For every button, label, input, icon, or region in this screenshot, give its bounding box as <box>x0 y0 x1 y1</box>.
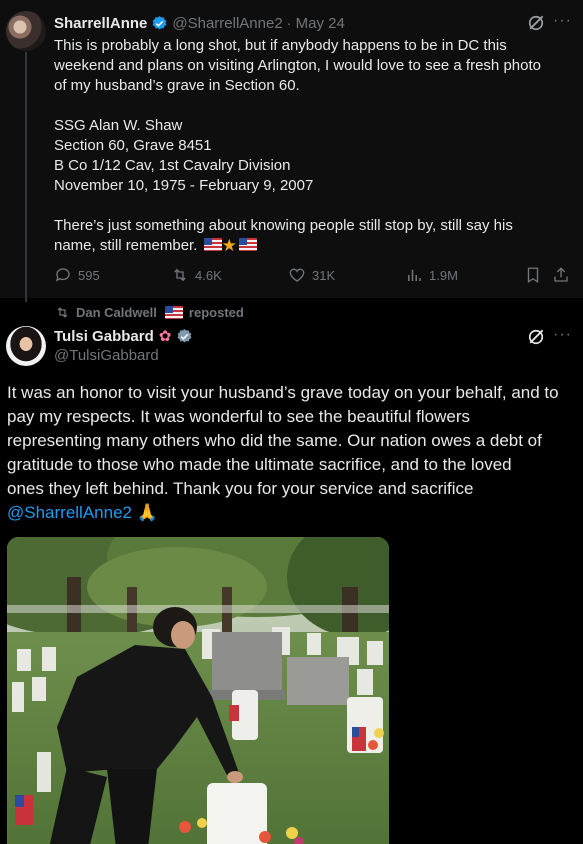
text-line: It was an honor to visit your husband’s … <box>7 383 559 402</box>
avatar[interactable] <box>6 326 46 366</box>
verified-badge-icon <box>153 15 167 30</box>
verified-badge-icon <box>177 328 192 343</box>
grok-icon[interactable] <box>526 327 546 347</box>
text-line: ones they left behind. Thank you for you… <box>7 479 474 498</box>
share-icon <box>554 267 568 282</box>
tweet-text: It was an honor to visit your husband’s … <box>7 381 579 525</box>
flower-emoji-icon: ✿ <box>158 328 172 345</box>
reply-button[interactable]: 595 <box>54 266 100 284</box>
thread-connector <box>25 52 27 302</box>
photo-cemetery-scene <box>7 537 389 844</box>
avatar[interactable] <box>6 11 46 51</box>
praying-hands-icon: 🙏 <box>136 503 158 522</box>
repost-banner[interactable]: Dan Caldwell reposted <box>55 305 244 320</box>
like-count: 31K <box>312 267 336 283</box>
timestamp[interactable]: May 24 <box>296 15 345 32</box>
share-button[interactable] <box>552 266 570 284</box>
text-line-with-emoji: name, still remember. ★ <box>54 236 574 256</box>
repost-icon <box>174 268 186 282</box>
text-line: SSG Alan W. Shaw <box>54 117 183 134</box>
views-icon <box>408 269 421 281</box>
tweet-photo[interactable] <box>7 537 389 844</box>
text-line: This is probably a long shot, but if any… <box>54 37 507 54</box>
display-name[interactable]: Tulsi Gabbard <box>54 328 154 345</box>
text-line: Section 60, Grave 8451 <box>54 137 212 154</box>
views-button[interactable]: 1.9M <box>405 266 458 284</box>
repost-button[interactable]: 4.6K <box>171 266 222 284</box>
handle[interactable]: @TulsiGabbard <box>54 347 159 364</box>
text-line: gratitude to those who made the ultimate… <box>7 455 512 474</box>
tweet-header: Tulsi Gabbard ✿ <box>54 326 193 346</box>
us-flag-icon <box>238 238 257 251</box>
grok-icon[interactable] <box>526 13 546 33</box>
display-name[interactable]: SharrellAnne <box>54 15 147 32</box>
text-line: November 10, 1975 - February 9, 2007 <box>54 177 314 194</box>
text-line: of my husband’s grave in Section 60. <box>54 77 300 94</box>
mention-link[interactable]: @SharrellAnne2 <box>7 503 132 522</box>
reposter-name: Dan Caldwell <box>76 305 157 320</box>
us-flag-icon <box>164 306 183 319</box>
tweet-header: SharrellAnne @SharrellAnne2 · May 24 <box>54 13 345 33</box>
text-line <box>54 196 574 216</box>
repost-icon <box>57 307 68 318</box>
like-button[interactable]: 31K <box>288 266 335 284</box>
more-icon[interactable]: ··· <box>553 12 572 30</box>
bookmark-icon <box>527 267 539 284</box>
reply-count: 595 <box>78 267 100 283</box>
tweet-text: This is probably a long shot, but if any… <box>54 36 574 256</box>
separator: · <box>286 14 292 32</box>
repost-suffix: reposted <box>188 305 244 320</box>
text-line: weekend and plans on visiting Arlington,… <box>54 57 541 74</box>
handle[interactable]: @SharrellAnne2 <box>172 15 282 32</box>
repost-count: 4.6K <box>195 267 222 283</box>
reply-icon <box>55 268 70 282</box>
star-icon: ★ <box>221 236 237 255</box>
more-icon[interactable]: ··· <box>553 326 572 344</box>
like-icon <box>289 268 305 282</box>
text-line: name, still remember. <box>54 237 198 254</box>
text-line-mention: @SharrellAnne2 🙏 <box>7 501 579 525</box>
text-line <box>54 96 574 116</box>
bookmark-button[interactable] <box>524 266 542 284</box>
text-line: representing many others who did the sam… <box>7 431 542 450</box>
text-line: There’s just something about knowing peo… <box>54 217 513 234</box>
action-bar: 595 4.6K 31K 1.9M <box>54 266 574 288</box>
text-line: B Co 1/12 Cav, 1st Cavalry Division <box>54 157 291 174</box>
text-line: pay my respects. It was wonderful to see… <box>7 407 471 426</box>
parent-tweet[interactable]: SharrellAnne @SharrellAnne2 · May 24 ···… <box>0 0 583 302</box>
views-count: 1.9M <box>429 267 458 283</box>
us-flag-icon <box>203 238 222 251</box>
